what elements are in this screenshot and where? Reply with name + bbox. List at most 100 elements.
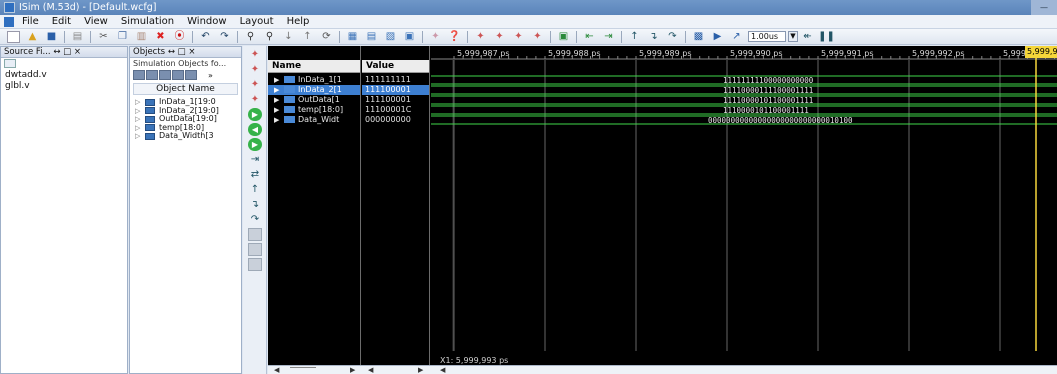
expand-icon[interactable]: ▶ — [268, 105, 279, 115]
wand-icon[interactable]: ✦ — [429, 31, 442, 43]
signal-value[interactable]: 111100001 — [362, 95, 429, 105]
pause-icon[interactable]: ❚❚ — [818, 31, 835, 43]
expand-icon[interactable]: ▶ — [268, 85, 279, 95]
menu-app-icon[interactable] — [4, 16, 14, 27]
filter-input-icon[interactable] — [133, 70, 145, 80]
object-item[interactable]: ▷ temp[18:0] — [130, 124, 241, 133]
filter-constant-icon[interactable] — [185, 70, 197, 80]
expand-icon[interactable]: ▶ — [268, 75, 279, 85]
object-item[interactable]: ▷ InData_1[19:0 — [130, 98, 241, 107]
filter-internal-icon[interactable] — [172, 70, 184, 80]
probe4-icon[interactable]: ✦ — [531, 31, 544, 43]
object-item[interactable]: ▷ OutData[19:0] — [130, 115, 241, 124]
signal-row[interactable]: ▶ Data_Widt — [268, 115, 360, 125]
cascade-icon[interactable]: ▤ — [365, 31, 378, 43]
object-item[interactable]: ▷ InData_2[19:0] — [130, 107, 241, 116]
expand-icon[interactable]: ▷ — [135, 107, 145, 115]
scroll-thumb[interactable] — [290, 367, 316, 374]
signal-value[interactable]: 111100001 — [362, 85, 429, 95]
more-icon[interactable]: » — [208, 71, 213, 80]
zoom-in-icon[interactable]: ✦ — [248, 63, 262, 76]
signal-value[interactable]: 111111111 — [362, 75, 429, 85]
probe3-icon[interactable]: ✦ — [512, 31, 525, 43]
signal-row[interactable]: ▶ temp[18:0] — [268, 105, 360, 115]
stop-icon[interactable]: ⦿ — [173, 31, 186, 43]
find-next-icon[interactable]: ⚲ — [263, 31, 276, 43]
zoom-out-icon[interactable]: ✦ — [248, 78, 262, 91]
menu-help[interactable]: Help — [283, 16, 319, 27]
scroll-left-icon[interactable]: ◀ — [368, 367, 373, 374]
window-icon[interactable]: ▣ — [403, 31, 416, 43]
layout-icon[interactable]: ▦ — [346, 31, 359, 43]
scroll-left-icon[interactable]: ◀ — [440, 367, 445, 374]
help-icon[interactable]: ❓ — [448, 31, 461, 43]
previous-transition-icon[interactable]: ◀ — [248, 123, 262, 136]
signal-value[interactable]: 000000000 — [362, 115, 429, 125]
menu-edit[interactable]: Edit — [48, 16, 80, 27]
menu-simulation[interactable]: Simulation — [117, 16, 183, 27]
scroll-left-icon[interactable]: ◀ — [274, 367, 279, 374]
step-into-icon[interactable]: ↴ — [248, 198, 262, 211]
redo-icon[interactable]: ↷ — [218, 31, 231, 43]
name-column-header[interactable]: Name — [268, 60, 360, 73]
grid-icon[interactable] — [248, 228, 262, 241]
source-panel-title[interactable]: Source Fi... ↔ □ × — [1, 47, 127, 58]
open-folder-icon[interactable]: ▲ — [26, 31, 39, 43]
signal-value[interactable]: 11100001C — [362, 105, 429, 115]
next-transition-icon[interactable]: ▶ — [248, 138, 262, 151]
go-to-cursor-icon[interactable]: ▶ — [248, 108, 262, 121]
object-name-column-header[interactable]: Object Name — [133, 83, 238, 95]
value-column-header[interactable]: Value — [362, 60, 429, 73]
bookmark-next-icon[interactable]: ↑ — [301, 31, 314, 43]
objects-panel-title[interactable]: Objects ↔ □ × — [130, 47, 241, 58]
waveform-plot[interactable]: 5,999,987 ps 5,999,988 ps 5,999,989 ps 5… — [431, 46, 1057, 351]
find-icon[interactable]: ⚲ — [244, 31, 257, 43]
signal-row[interactable]: ▶ OutData[1 — [268, 95, 360, 105]
copy-icon[interactable]: ❐ — [116, 31, 129, 43]
new-file-icon[interactable] — [7, 30, 20, 43]
scroll-right-icon[interactable]: ▶ — [350, 367, 355, 374]
object-item[interactable]: ▷ Data_Width[3 — [130, 132, 241, 141]
menu-file[interactable]: File — [18, 16, 48, 27]
expand-icon[interactable]: ▷ — [135, 98, 145, 106]
zoom-fit-icon[interactable]: ✦ — [248, 93, 262, 106]
source-file-glbl[interactable]: glbl.v — [1, 81, 127, 92]
tile-icon[interactable]: ▧ — [384, 31, 397, 43]
zoom-icon[interactable]: ✦ — [248, 48, 262, 61]
expand-icon[interactable]: ▶ — [268, 95, 279, 105]
horizontal-scrollbars[interactable]: ◀ ▶ ◀ ▶ ◀ — [268, 365, 1057, 374]
menu-window[interactable]: Window — [183, 16, 235, 27]
step-over-icon[interactable]: ↷ — [666, 31, 679, 43]
expand-icon[interactable]: ▷ — [135, 115, 145, 123]
menu-layout[interactable]: Layout — [236, 16, 283, 27]
print-icon[interactable]: ▤ — [71, 31, 84, 43]
bus-icon[interactable] — [248, 258, 262, 271]
cut-icon[interactable]: ✂ — [97, 31, 110, 43]
swap-cursor-icon[interactable]: ⇄ — [248, 168, 262, 181]
expand-icon[interactable]: ▶ — [268, 115, 279, 125]
restart-icon[interactable]: ⇤ — [583, 31, 596, 43]
sim-time-icon[interactable]: ↞ — [801, 31, 814, 43]
run-all-icon[interactable]: ▩ — [692, 31, 705, 43]
scroll-right-icon[interactable]: ▶ — [418, 367, 423, 374]
add-marker-icon[interactable]: ⇥ — [248, 153, 262, 166]
refresh-icon[interactable]: ⟳ — [320, 31, 333, 43]
filter-inout-icon[interactable] — [159, 70, 171, 80]
snap-icon[interactable] — [248, 243, 262, 256]
signal-row[interactable]: ▶ InData_2[1 — [268, 85, 360, 95]
up-icon[interactable]: ↑ — [248, 183, 262, 196]
menu-view[interactable]: View — [80, 16, 117, 27]
up-arrow-icon[interactable]: ↑ — [628, 31, 641, 43]
step-into-icon[interactable]: ↴ — [647, 31, 660, 43]
source-file-dwtadd[interactable]: dwtadd.v — [1, 70, 127, 81]
signal-row[interactable]: ▶ InData_1[1 — [268, 75, 360, 85]
window-controls[interactable]: — — [1031, 0, 1057, 15]
delete-icon[interactable]: ✖ — [154, 31, 167, 43]
run-for-icon[interactable]: ↗ — [730, 31, 743, 43]
probe2-icon[interactable]: ✦ — [493, 31, 506, 43]
filter-output-icon[interactable] — [146, 70, 158, 80]
tree-icon[interactable] — [4, 59, 16, 68]
paste-icon[interactable]: ▥ — [135, 31, 148, 43]
bookmark-icon[interactable]: ↓ — [282, 31, 295, 43]
run-icon[interactable]: ▶ — [711, 31, 724, 43]
